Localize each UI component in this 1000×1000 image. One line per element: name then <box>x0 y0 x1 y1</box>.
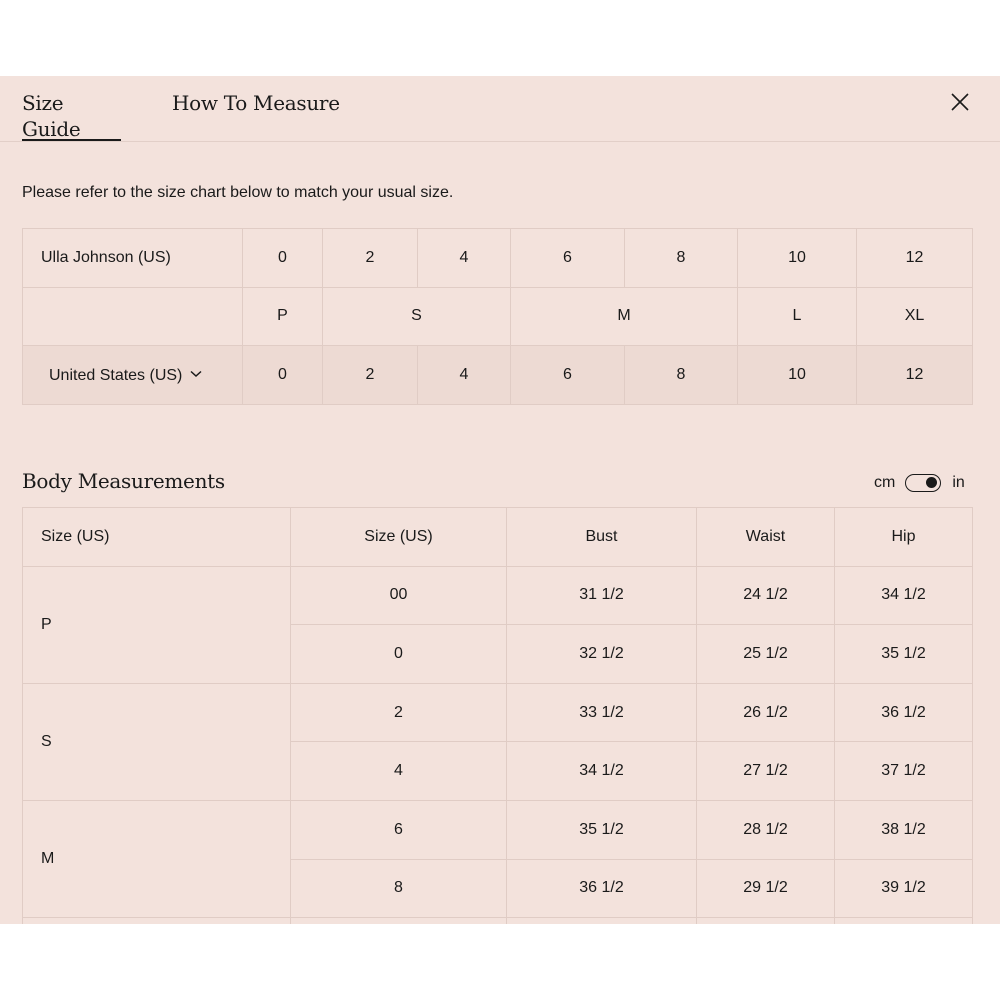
brand-size-row: Ulla Johnson (US) 0 2 4 6 8 10 12 <box>22 228 973 288</box>
waist-cell: 24 1/2 <box>696 565 835 626</box>
country-select[interactable]: United States (US) <box>41 365 202 385</box>
country-size-cell: 4 <box>417 345 511 405</box>
intro-text: Please refer to the size chart below to … <box>22 184 454 201</box>
hip-cell: 34 1/2 <box>834 565 973 626</box>
body-measurements-table: Size (US) Size (US) Bust Waist Hip P 00 … <box>22 507 973 924</box>
brand-size-cell: 2 <box>322 228 418 288</box>
size-guide-modal: Size Guide How To Measure Please refer t… <box>0 76 1000 924</box>
close-icon <box>951 93 969 111</box>
unit-in-label[interactable]: in <box>952 474 964 492</box>
hip-cell: 37 1/2 <box>834 741 973 801</box>
letter-size-cell: L <box>737 286 857 347</box>
unit-switch[interactable] <box>905 474 942 492</box>
empty-cell <box>22 917 291 924</box>
column-header: Size (US) <box>290 507 507 567</box>
bust-cell: 32 1/2 <box>506 624 697 684</box>
bust-cell: 35 1/2 <box>506 799 697 860</box>
table-row: P 00 31 1/2 24 1/2 34 1/2 <box>22 565 973 684</box>
letter-size-row: P S M L XL <box>22 286 973 347</box>
table-row: M 6 35 1/2 28 1/2 38 1/2 <box>22 799 973 919</box>
brand-label: Ulla Johnson (US) <box>22 228 243 288</box>
hip-cell: 38 1/2 <box>834 799 973 860</box>
unit-toggle: cm in <box>874 472 965 494</box>
switch-knob <box>926 477 938 488</box>
country-size-cell: 10 <box>737 345 857 405</box>
brand-size-cell: 0 <box>242 228 323 288</box>
header-row: Size (US) Size (US) Bust Waist Hip <box>22 507 973 567</box>
column-header: Size (US) <box>22 507 291 567</box>
waist-cell: 29 1/2 <box>696 858 835 919</box>
column-header: Bust <box>506 507 697 567</box>
empty-cell <box>22 286 243 347</box>
letter-size-cell: S <box>322 286 511 347</box>
country-size-cell: 0 <box>242 345 323 405</box>
empty-cell <box>696 917 835 924</box>
country-size-row: United States (US) 0 2 4 6 8 10 12 <box>22 345 973 405</box>
size-group-label: S <box>22 682 291 801</box>
hip-cell: 35 1/2 <box>834 624 973 684</box>
bust-cell: 36 1/2 <box>506 858 697 919</box>
column-header: Waist <box>696 507 835 567</box>
table-row <box>22 917 973 924</box>
size-cell: 2 <box>290 682 507 743</box>
brand-size-cell: 10 <box>737 228 857 288</box>
body-measurements-title: Body Measurements <box>22 469 225 493</box>
brand-size-cell: 12 <box>856 228 973 288</box>
empty-cell <box>506 917 697 924</box>
tab-how-to-measure[interactable]: How To Measure <box>172 90 340 141</box>
waist-cell: 26 1/2 <box>696 682 835 743</box>
bust-cell: 31 1/2 <box>506 565 697 626</box>
tab-bar: Size Guide How To Measure <box>0 76 1000 142</box>
close-button[interactable] <box>948 90 972 114</box>
hip-cell: 36 1/2 <box>834 682 973 743</box>
country-size-cell: 12 <box>856 345 973 405</box>
table-row: S 2 33 1/2 26 1/2 36 1/2 <box>22 682 973 801</box>
bust-cell: 33 1/2 <box>506 682 697 743</box>
size-cell: 8 <box>290 858 507 919</box>
empty-cell <box>290 917 507 924</box>
size-conversion-table: Ulla Johnson (US) 0 2 4 6 8 10 12 P S M … <box>22 228 973 405</box>
country-cell: United States (US) <box>22 345 243 405</box>
size-group-label: M <box>22 799 291 919</box>
waist-cell: 28 1/2 <box>696 799 835 860</box>
brand-size-cell: 6 <box>510 228 625 288</box>
hip-cell: 39 1/2 <box>834 858 973 919</box>
country-size-cell: 6 <box>510 345 625 405</box>
tab-size-guide[interactable]: Size Guide <box>22 90 121 141</box>
waist-cell: 25 1/2 <box>696 624 835 684</box>
brand-size-cell: 4 <box>417 228 511 288</box>
bust-cell: 34 1/2 <box>506 741 697 801</box>
country-select-label: United States (US) <box>49 366 183 384</box>
size-group-label: P <box>22 565 291 684</box>
country-size-cell: 8 <box>624 345 738 405</box>
letter-size-cell: M <box>510 286 738 347</box>
column-header: Hip <box>834 507 973 567</box>
size-cell: 4 <box>290 741 507 801</box>
chevron-down-icon <box>190 365 202 383</box>
size-cell: 0 <box>290 624 507 684</box>
letter-size-cell: P <box>242 286 323 347</box>
empty-cell <box>834 917 973 924</box>
country-size-cell: 2 <box>322 345 418 405</box>
letter-size-cell: XL <box>856 286 973 347</box>
waist-cell: 27 1/2 <box>696 741 835 801</box>
size-cell: 00 <box>290 565 507 626</box>
unit-cm-label[interactable]: cm <box>874 474 895 492</box>
brand-size-cell: 8 <box>624 228 738 288</box>
size-cell: 6 <box>290 799 507 860</box>
